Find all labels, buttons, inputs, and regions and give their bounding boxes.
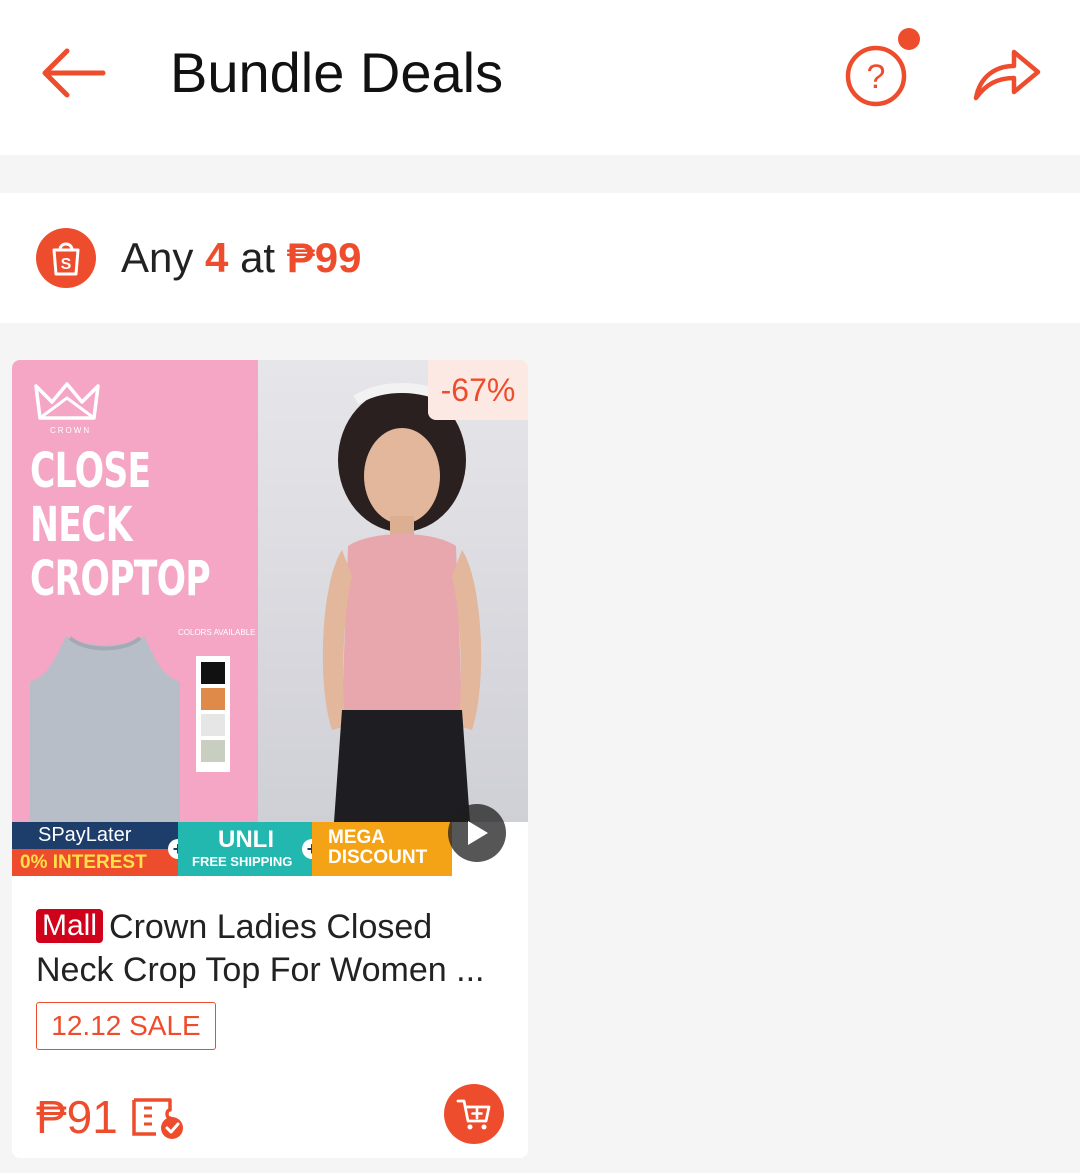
share-button[interactable]	[966, 38, 1046, 108]
headline-line-3: CROPTOP	[30, 551, 211, 607]
deal-prefix: Any	[121, 234, 194, 281]
swatch-black	[201, 662, 225, 684]
brand-name: CROWN	[50, 426, 92, 435]
page-title: Bundle Deals	[170, 41, 504, 104]
shirt-illustration	[30, 636, 180, 822]
deal-description: Any 4 at ₱99	[121, 231, 362, 285]
color-swatches	[196, 656, 230, 772]
voucher-check-icon	[132, 1098, 183, 1139]
app-header: Bundle Deals ?	[0, 0, 1080, 155]
swatch-orange	[201, 688, 225, 710]
promo-headline: CLOSE NECK CROPTOP	[30, 443, 211, 607]
interest-label: 0% INTEREST	[12, 849, 178, 876]
spaylater-banner: SPayLater 0% INTEREST	[12, 822, 178, 876]
cart-plus-icon	[456, 1099, 491, 1130]
mega-label: MEGA	[328, 827, 385, 848]
headline-line-2: NECK	[30, 497, 133, 553]
product-title: Crown Ladies Closed Neck Crop Top For Wo…	[36, 908, 485, 989]
mega-discount-banner: MEGA DISCOUNT	[312, 822, 452, 876]
spaylater-label: SPayLater	[38, 824, 132, 846]
notification-dot	[898, 28, 920, 50]
bundle-deal-bar: S Any 4 at ₱99	[0, 193, 1080, 323]
deal-price: ₱99	[286, 234, 362, 281]
promo-panel: CROWN CLOSE NECK CROPTOP COLORS AVAILABL…	[12, 360, 258, 822]
add-to-cart-button[interactable]	[444, 1084, 504, 1144]
arrow-left-icon	[42, 48, 106, 98]
help-button[interactable]: ?	[840, 28, 920, 112]
play-icon	[468, 821, 488, 845]
product-name[interactable]: Mall Crown Ladies Closed Neck Crop Top Fo…	[36, 906, 516, 992]
sale-tag: 12.12 SALE	[36, 1002, 216, 1050]
unli-label: UNLI	[218, 826, 274, 853]
headline-line-1: CLOSE	[30, 443, 151, 499]
swatch-white	[201, 714, 225, 736]
deal-quantity: 4	[205, 234, 229, 281]
svg-text:?: ?	[867, 58, 886, 96]
question-circle-icon: ?	[845, 45, 907, 107]
shopee-bag-icon: S	[36, 228, 96, 288]
discount-badge: -67%	[428, 360, 528, 420]
free-shipping-label: FREE SHIPPING	[192, 854, 293, 869]
deal-middle: at	[240, 234, 276, 281]
share-arrow-icon	[973, 49, 1041, 101]
play-video-button[interactable]	[448, 804, 506, 862]
swatch-sage	[201, 740, 225, 762]
product-card[interactable]: CROWN CLOSE NECK CROPTOP COLORS AVAILABL…	[12, 360, 528, 1158]
crown-logo-icon	[34, 382, 100, 420]
colors-label: COLORS AVAILABLE	[178, 628, 256, 637]
discount-label: DISCOUNT	[328, 847, 428, 868]
product-image[interactable]: CROWN CLOSE NECK CROPTOP COLORS AVAILABL…	[12, 360, 528, 876]
back-button[interactable]	[32, 38, 112, 108]
product-info: Mall Crown Ladies Closed Neck Crop Top Fo…	[12, 876, 528, 1158]
product-price: ₱91	[36, 1091, 118, 1143]
model-photo-panel	[258, 360, 528, 822]
mall-badge: Mall	[36, 909, 104, 943]
model-figure	[322, 383, 482, 822]
unli-shipping-banner: UNLI FREE SHIPPING	[178, 822, 312, 876]
svg-text:S: S	[61, 256, 72, 273]
